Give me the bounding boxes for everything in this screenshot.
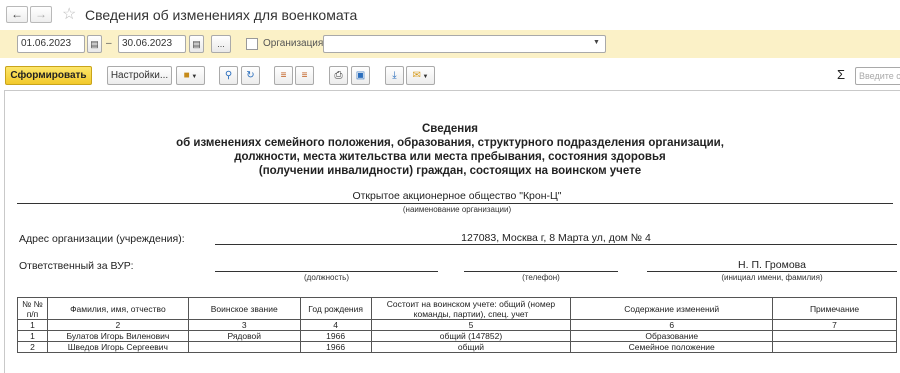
column-number: 7 <box>772 319 897 331</box>
table-cell: Рядовой <box>187 330 301 342</box>
forward-button[interactable]: → <box>30 6 52 23</box>
arrow-right-icon: → <box>35 7 47 21</box>
report-title-1: Сведения <box>421 123 479 135</box>
phone-underline <box>464 271 618 272</box>
date-separator: – <box>106 38 112 49</box>
header-notes: Примечание <box>772 297 897 320</box>
table-cell <box>187 341 301 353</box>
organization-underline <box>17 203 893 204</box>
chevron-down-icon[interactable]: ▼ <box>593 39 600 46</box>
table-row: 1 Булатов Игорь Виленович Рядовой 1966 о… <box>17 330 897 342</box>
window-title: Сведения об изменениях для военкомата <box>85 7 358 23</box>
favorite-star-icon[interactable]: ☆ <box>62 4 76 24</box>
toolbar: Сформировать Настройки... ■ ▼ ⚲ ↻ ≡ ≡ ⎙ … <box>0 62 900 86</box>
expand-list-icon: ≡ <box>280 70 287 81</box>
report-title-3: должности, места жительства или места пр… <box>234 151 666 163</box>
sum-sigma-icon[interactable]: Σ <box>837 67 845 82</box>
position-underline <box>215 271 438 272</box>
table-cell: 1 <box>17 330 48 342</box>
address-value: 127083, Москва г, 8 Марта ул, дом № 4 <box>461 232 651 244</box>
collapse-groups-button[interactable]: ≡ <box>295 66 314 85</box>
responsible-name: Н. П. Громова <box>738 259 806 271</box>
table-header-row: № № п/п Фамилия, имя, отчество Воинское … <box>17 297 897 320</box>
printer-icon: ⎙ <box>334 70 343 81</box>
initials-caption: (инициал имени, фамилия) <box>721 273 823 282</box>
header-number: № № п/п <box>17 297 48 320</box>
column-number: 3 <box>187 319 301 331</box>
chevron-down-icon: ▼ <box>189 74 198 80</box>
save-button[interactable]: ⤓ <box>385 66 404 85</box>
calendar-icon: ▤ <box>192 39 201 49</box>
settings-button[interactable]: Настройки... <box>107 66 172 85</box>
responsible-label: Ответственный за ВУР: <box>19 260 134 272</box>
column-number: 1 <box>17 319 48 331</box>
column-number: 6 <box>570 319 774 331</box>
date-to-input[interactable]: 30.06.2023 <box>118 35 186 53</box>
search-button[interactable]: ⚲ <box>219 66 238 85</box>
address-underline <box>215 244 897 245</box>
find-next-button[interactable]: ↻ <box>241 66 260 85</box>
generate-button[interactable]: Сформировать <box>5 66 92 85</box>
organization-name: Открытое акционерное общество "Крон-Ц" <box>352 190 562 202</box>
table-cell: Булатов Игорь Виленович <box>46 330 189 342</box>
table-cell: 1966 <box>299 330 372 342</box>
header-birth-year: Год рождения <box>299 297 372 320</box>
report-title-2: об изменениях семейного положения, образ… <box>176 137 724 149</box>
envelope-icon: ✉ <box>412 70 421 81</box>
chevron-down-icon: ▼ <box>420 74 429 80</box>
collapse-list-icon: ≡ <box>301 70 308 81</box>
column-numbers-row: 1 2 3 4 5 6 7 <box>17 319 897 331</box>
calendar-icon: ▤ <box>90 39 99 49</box>
header-changes: Содержание изменений <box>570 297 774 320</box>
position-caption: (должность) <box>304 273 349 282</box>
table-row: 2 Шведов Игорь Сергеевич 1966 общий Семе… <box>17 341 897 353</box>
column-number: 2 <box>46 319 189 331</box>
table-cell: Шведов Игорь Сергеевич <box>46 341 189 353</box>
table-cell: общий <box>370 341 572 353</box>
date-from-input[interactable]: 01.06.2023 <box>17 35 85 53</box>
organization-input[interactable] <box>323 35 606 53</box>
search-icon: ⚲ <box>224 70 233 81</box>
table-cell <box>772 341 897 353</box>
header-registration: Состоит на воинском учете: общий (номер … <box>370 297 572 320</box>
filter-bar: 01.06.2023 ▤ – 30.06.2023 ▤ ... Организа… <box>0 30 900 58</box>
print-button[interactable]: ⎙ <box>329 66 348 85</box>
period-select-button[interactable]: ... <box>211 35 231 53</box>
expand-groups-button[interactable]: ≡ <box>274 66 293 85</box>
calendar-to-button[interactable]: ▤ <box>189 35 204 53</box>
table-cell: Семейное положение <box>570 341 774 353</box>
table-cell: общий (147852) <box>370 330 572 342</box>
table-cell <box>772 330 897 342</box>
column-number: 4 <box>299 319 372 331</box>
variant-menu-button[interactable]: ■ ▼ <box>176 66 205 85</box>
send-email-button[interactable]: ✉ ▼ <box>406 66 435 85</box>
quick-search-input[interactable]: Введите с <box>855 67 900 85</box>
header-name: Фамилия, имя, отчество <box>46 297 189 320</box>
preview-icon: ▣ <box>355 70 366 81</box>
table-cell: 2 <box>17 341 48 353</box>
organization-caption: (наименование организации) <box>402 205 512 214</box>
column-number: 5 <box>370 319 572 331</box>
table-cell: Образование <box>570 330 774 342</box>
phone-caption: (телефон) <box>522 273 560 282</box>
changes-table: № № п/п Фамилия, имя, отчество Воинское … <box>17 297 897 353</box>
refresh-search-icon: ↻ <box>246 70 255 81</box>
report-title-4: (получении инвалидности) граждан, состоя… <box>258 165 642 177</box>
download-icon: ⤓ <box>392 70 397 81</box>
header-rank: Воинское звание <box>187 297 301 320</box>
table-cell: 1966 <box>299 341 372 353</box>
preview-button[interactable]: ▣ <box>351 66 370 85</box>
calendar-from-button[interactable]: ▤ <box>87 35 102 53</box>
organization-label: Организация: <box>263 38 327 49</box>
organization-checkbox[interactable] <box>246 38 258 50</box>
arrow-left-icon: ← <box>11 7 23 21</box>
back-button[interactable]: ← <box>6 6 28 23</box>
title-bar: ← → ☆ Сведения об изменениях для военком… <box>0 0 900 28</box>
initials-underline <box>647 271 897 272</box>
address-label: Адрес организации (учреждения): <box>19 233 185 245</box>
